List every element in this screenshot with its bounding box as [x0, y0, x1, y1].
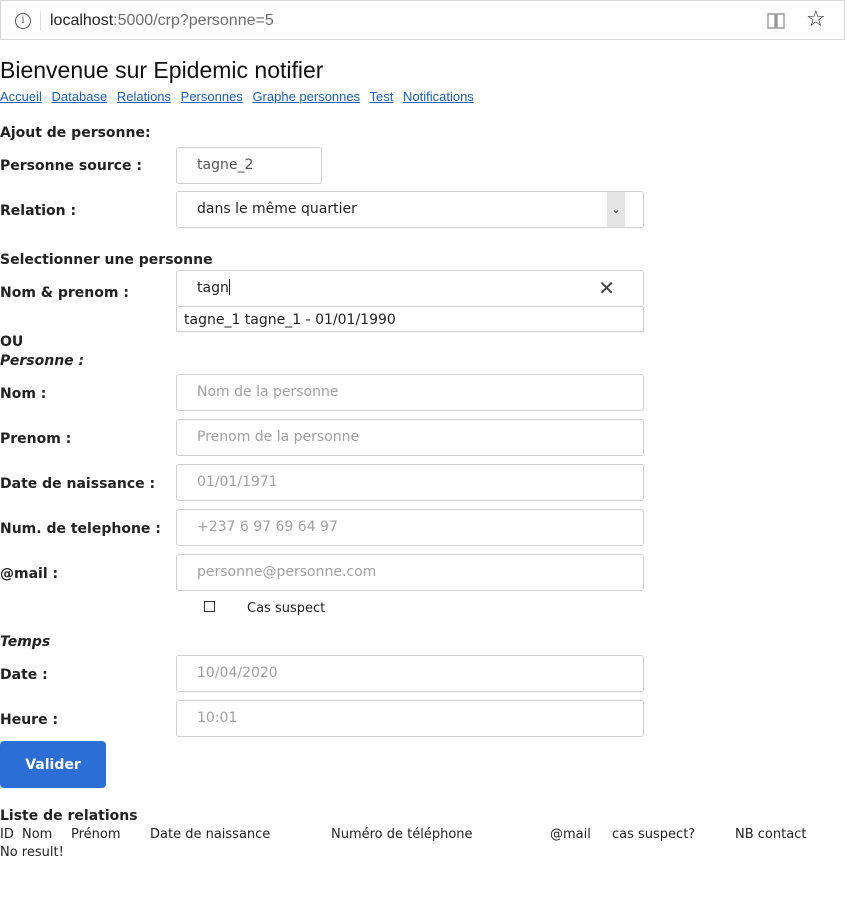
- temps-heading: Temps: [0, 634, 51, 650]
- reader-view-icon[interactable]: [766, 12, 786, 30]
- nav-personnes[interactable]: Personnes: [181, 89, 243, 104]
- column-header-id: ID: [0, 827, 14, 842]
- section-select-heading: Selectionner une personne: [0, 252, 213, 268]
- nav-accueil[interactable]: Accueil: [0, 89, 42, 104]
- no-result-text: No result!: [0, 845, 64, 860]
- nav-relations[interactable]: Relations: [117, 89, 171, 104]
- nom-prenom-label: Nom & prenom :: [0, 285, 129, 301]
- mail-label: @mail :: [0, 566, 59, 582]
- nav-graphe-personnes[interactable]: Graphe personnes: [252, 89, 360, 104]
- address-bar[interactable]: i localhost:5000/crp?personne=5 ☆: [0, 0, 845, 40]
- nav-database[interactable]: Database: [52, 89, 108, 104]
- clear-icon[interactable]: ✕: [598, 271, 615, 306]
- date-label: Date :: [0, 667, 48, 683]
- column-header-mail: @mail: [550, 827, 591, 842]
- nav-notifications[interactable]: Notifications: [403, 89, 474, 104]
- section-ajout-heading: Ajout de personne:: [0, 125, 151, 141]
- date-field[interactable]: 10/04/2020: [176, 655, 644, 692]
- column-header-nb-contact: NB contact: [735, 827, 807, 842]
- prenom-label: Prenom :: [0, 431, 72, 447]
- nav-links: Accueil Database Relations Personnes Gra…: [0, 89, 480, 104]
- column-header-nom: Nom: [22, 827, 53, 842]
- telephone-label: Num. de telephone :: [0, 521, 161, 537]
- relation-label: Relation :: [0, 203, 77, 219]
- nom-label: Nom :: [0, 386, 47, 402]
- telephone-field[interactable]: +237 6 97 69 64 97: [176, 509, 644, 546]
- column-header-date-naissance: Date de naissance: [150, 827, 271, 842]
- personne-heading: Personne :: [0, 353, 85, 369]
- page-title: Bienvenue sur Epidemic notifier: [0, 57, 324, 83]
- url-text[interactable]: localhost:5000/crp?personne=5: [50, 12, 274, 30]
- personne-source-label: Personne source :: [0, 158, 143, 174]
- column-header-prenom: Prénom: [71, 827, 121, 842]
- valider-button[interactable]: Valider: [0, 741, 106, 788]
- bookmark-star-icon[interactable]: ☆: [806, 9, 826, 31]
- column-header-cas-suspect: cas suspect?: [612, 827, 696, 842]
- info-icon[interactable]: i: [15, 13, 31, 29]
- nav-test[interactable]: Test: [370, 89, 394, 104]
- ou-label: OU: [0, 334, 24, 350]
- nom-prenom-value: tagn: [197, 280, 229, 296]
- heure-label: Heure :: [0, 712, 59, 728]
- nom-field[interactable]: Nom de la personne: [176, 374, 644, 411]
- divider: [40, 11, 41, 31]
- autocomplete-suggestion[interactable]: tagne_1 tagne_1 - 01/01/1990: [176, 307, 644, 332]
- relations-list-heading: Liste de relations: [0, 808, 138, 824]
- heure-field[interactable]: 10:01: [176, 700, 644, 737]
- url-host: localhost: [50, 12, 114, 29]
- mail-field[interactable]: personne@personne.com: [176, 554, 644, 591]
- column-header-telephone: Numéro de téléphone: [331, 827, 473, 842]
- relation-selected-value: dans le même quartier: [197, 201, 357, 217]
- date-naissance-label: Date de naissance :: [0, 476, 156, 492]
- text-caret: [228, 279, 230, 295]
- date-naissance-field[interactable]: 01/01/1971: [176, 464, 644, 501]
- cas-suspect-label: Cas suspect: [247, 601, 326, 616]
- chevron-down-icon[interactable]: ⌄: [607, 192, 625, 227]
- cas-suspect-checkbox[interactable]: [204, 601, 215, 612]
- url-path: :5000/crp?personne=5: [113, 12, 274, 29]
- relation-select[interactable]: dans le même quartier ⌄: [176, 191, 644, 228]
- nom-prenom-search-input[interactable]: tagn ✕: [176, 270, 644, 307]
- personne-source-field[interactable]: tagne_2 tagne_2: [176, 147, 322, 208]
- prenom-field[interactable]: Prenom de la personne: [176, 419, 644, 456]
